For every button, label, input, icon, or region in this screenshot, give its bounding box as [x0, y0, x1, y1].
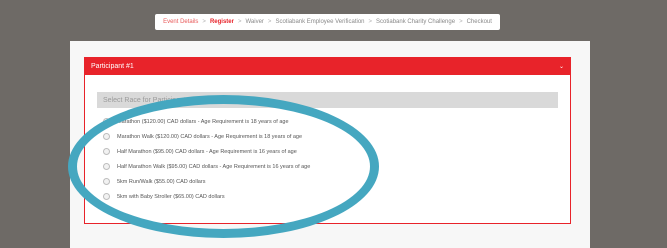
- race-option-half-marathon[interactable]: Half Marathon ($95.00) CAD dollars - Age…: [103, 144, 558, 159]
- breadcrumb-separator: >: [459, 19, 463, 25]
- breadcrumb-event-details[interactable]: Event Details: [162, 19, 199, 25]
- radio-button[interactable]: [103, 118, 110, 125]
- breadcrumb-waiver: Waiver: [245, 19, 264, 25]
- race-option-label: 5km with Baby Stroller ($65.00) CAD doll…: [117, 193, 225, 200]
- race-option-label: Marathon ($120.00) CAD dollars - Age Req…: [117, 118, 289, 125]
- race-option-label: Marathon Walk ($120.00) CAD dollars - Ag…: [117, 133, 303, 140]
- participant-panel: Participant #1 ⌄ Select Race for Partici…: [84, 57, 571, 224]
- race-options: Marathon ($120.00) CAD dollars - Age Req…: [97, 114, 558, 204]
- radio-button[interactable]: [103, 148, 110, 155]
- chevron-down-icon[interactable]: ⌄: [559, 63, 564, 70]
- radio-button[interactable]: [103, 163, 110, 170]
- breadcrumb-separator: >: [368, 19, 373, 25]
- race-option-marathon[interactable]: Marathon ($120.00) CAD dollars - Age Req…: [103, 114, 558, 129]
- participant-panel-header[interactable]: Participant #1 ⌄: [85, 58, 570, 75]
- breadcrumb-checkout: Checkout: [466, 19, 492, 25]
- radio-button[interactable]: [103, 178, 110, 185]
- breadcrumb: Event Details > Register > Waiver > Scot…: [155, 14, 500, 30]
- participant-panel-body: Select Race for Participant 1 Marathon (…: [85, 75, 570, 204]
- registration-content: Participant #1 ⌄ Select Race for Partici…: [70, 41, 590, 248]
- race-select[interactable]: Select Race for Participant 1: [97, 92, 558, 108]
- race-option-label: Half Marathon Walk ($95.00) CAD dollars …: [117, 163, 311, 170]
- radio-button[interactable]: [103, 193, 110, 200]
- participant-panel-title: Participant #1: [91, 63, 134, 70]
- breadcrumb-separator: >: [237, 19, 242, 25]
- race-option-5km-run-walk[interactable]: 5km Run/Walk ($55.00) CAD dollars: [103, 174, 558, 189]
- breadcrumb-employee-verification: Scotiabank Employee Verification: [275, 19, 365, 25]
- race-option-5km-baby-stroller[interactable]: 5km with Baby Stroller ($65.00) CAD doll…: [103, 189, 558, 204]
- breadcrumb-separator: >: [267, 19, 272, 25]
- breadcrumb-register[interactable]: Register: [209, 19, 235, 25]
- race-option-marathon-walk[interactable]: Marathon Walk ($120.00) CAD dollars - Ag…: [103, 129, 558, 144]
- breadcrumb-separator: >: [202, 19, 206, 25]
- race-option-label: Half Marathon ($95.00) CAD dollars - Age…: [117, 148, 297, 155]
- radio-button[interactable]: [103, 133, 110, 140]
- race-option-label: 5km Run/Walk ($55.00) CAD dollars: [117, 178, 206, 185]
- breadcrumb-charity-challenge: Scotiabank Charity Challenge: [376, 19, 456, 25]
- race-option-half-marathon-walk[interactable]: Half Marathon Walk ($95.00) CAD dollars …: [103, 159, 558, 174]
